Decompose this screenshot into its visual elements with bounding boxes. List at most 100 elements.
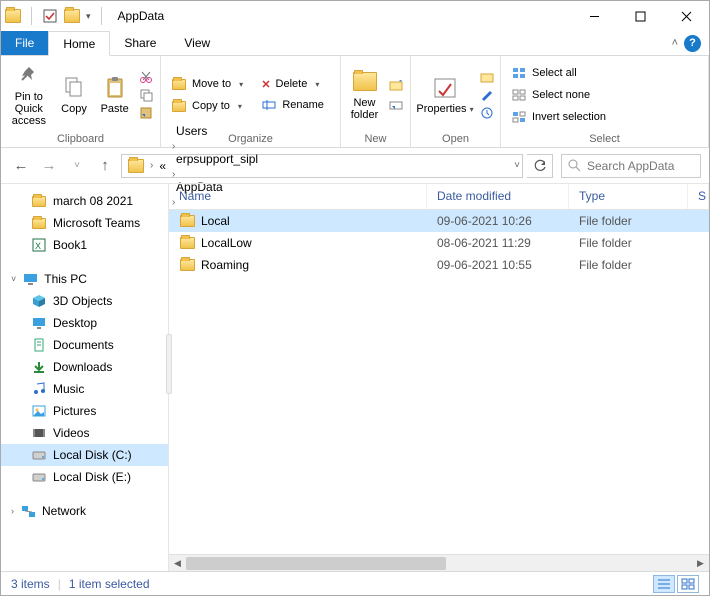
icons-view-button[interactable] (677, 575, 699, 593)
ribbon-collapse-icon[interactable]: ˄ (672, 37, 678, 49)
scroll-left-button[interactable]: ◀ (169, 555, 186, 572)
sidebar-item[interactable]: march 08 2021 (1, 190, 168, 212)
qat-checkbox[interactable] (42, 9, 58, 23)
sidebar-item[interactable]: Downloads (1, 356, 168, 378)
desktop-icon (31, 315, 47, 331)
tab-file[interactable]: File (1, 31, 48, 55)
chevron-icon[interactable]: ˅ (11, 274, 16, 284)
column-size[interactable]: S (688, 184, 709, 209)
tab-home[interactable]: Home (48, 31, 110, 56)
sidebar-item[interactable]: Local Disk (C:) (1, 444, 168, 466)
select-all-icon (511, 65, 527, 81)
properties-button[interactable]: Properties (417, 73, 473, 117)
table-row[interactable]: Local09-06-2021 10:26File folder (169, 210, 709, 232)
tab-view[interactable]: View (170, 31, 224, 55)
svg-text:X: X (35, 241, 41, 251)
copy-icon (60, 75, 88, 101)
easy-access-icon[interactable] (388, 96, 404, 112)
paste-shortcut-icon[interactable] (138, 105, 154, 121)
sidebar-item[interactable]: Videos (1, 422, 168, 444)
window-title: AppData (118, 9, 165, 23)
move-to-label: Move to (192, 78, 231, 90)
invert-selection-button[interactable]: Invert selection (507, 107, 610, 127)
sidebar-item[interactable]: Microsoft Teams (1, 212, 168, 234)
sidebar-network[interactable]: ›Network (1, 500, 168, 522)
sidebar: march 08 2021Microsoft TeamsXBook1 ˅This … (1, 184, 169, 571)
delete-button[interactable]: ✕Delete (257, 76, 334, 93)
tab-share[interactable]: Share (110, 31, 170, 55)
music-icon (31, 381, 47, 397)
pin-quick-access-button[interactable]: Pin to Quick access (7, 61, 51, 129)
paste-button[interactable]: Paste (97, 73, 132, 117)
maximize-button[interactable] (617, 1, 663, 31)
folder-icon (179, 257, 195, 273)
ribbon: Pin to Quick access Copy Paste (1, 56, 709, 148)
chevron-icon[interactable]: › (11, 506, 14, 516)
edit-icon[interactable] (479, 87, 495, 103)
move-to-button[interactable]: Move to (167, 74, 251, 94)
close-button[interactable] (663, 1, 709, 31)
sidebar-item[interactable]: Pictures (1, 400, 168, 422)
scroll-thumb[interactable] (186, 557, 446, 570)
copy-to-button[interactable]: Copy to (167, 96, 251, 116)
chevron-right-icon[interactable]: › (172, 169, 175, 180)
history-icon[interactable] (479, 105, 495, 121)
new-item-icon[interactable]: * (388, 78, 404, 94)
search-input[interactable]: Search AppData (561, 154, 701, 178)
table-row[interactable]: LocalLow08-06-2021 11:29File folder (169, 232, 709, 254)
sidebar-item[interactable]: 3D Objects (1, 290, 168, 312)
copy-path-icon[interactable] (138, 87, 154, 103)
breadcrumb-prefix[interactable]: « (155, 159, 170, 173)
copy-button[interactable]: Copy (57, 73, 92, 117)
table-row[interactable]: Roaming09-06-2021 10:55File folder (169, 254, 709, 276)
new-folder-button[interactable]: New folder (347, 67, 382, 123)
recent-locations-button[interactable]: ˅ (65, 154, 89, 178)
sidebar-this-pc[interactable]: ˅This PC (1, 268, 168, 290)
sidebar-item[interactable]: Documents (1, 334, 168, 356)
breadcrumb[interactable]: › « Users›erpsupport_sipl›AppData› ˅ (121, 154, 523, 178)
cut-icon[interactable] (138, 69, 154, 85)
minimize-button[interactable] (571, 1, 617, 31)
copy-to-label: Copy to (192, 100, 230, 112)
forward-button[interactable]: → (37, 154, 61, 178)
select-none-button[interactable]: Select none (507, 85, 610, 105)
chevron-right-icon[interactable]: › (172, 141, 175, 152)
status-item-count: 3 items (11, 577, 50, 591)
breadcrumb-item[interactable]: erpsupport_sipl (172, 152, 262, 166)
breadcrumb-item[interactable]: Users (172, 124, 262, 138)
sidebar-item[interactable]: XBook1 (1, 234, 168, 256)
tab-file-label: File (15, 36, 34, 50)
breadcrumb-dropdown[interactable]: ˅ (514, 160, 520, 171)
back-button[interactable]: ← (9, 154, 33, 178)
splitter-handle[interactable] (166, 334, 172, 394)
scroll-right-button[interactable]: ▶ (692, 555, 709, 572)
svg-text:*: * (399, 80, 402, 87)
details-view-button[interactable] (653, 575, 675, 593)
help-button[interactable]: ? (684, 35, 701, 52)
column-name[interactable]: Name (169, 184, 427, 209)
copy-to-icon (171, 98, 187, 114)
column-date[interactable]: Date modified (427, 184, 569, 209)
row-type: File folder (569, 214, 709, 228)
vid-icon (31, 425, 47, 441)
excel-icon: X (31, 237, 47, 253)
chevron-right-icon[interactable]: › (150, 160, 153, 171)
rename-label: Rename (282, 99, 324, 111)
sidebar-item[interactable]: Local Disk (E:) (1, 466, 168, 488)
up-button[interactable]: ↑ (93, 154, 117, 178)
open-icon[interactable] (479, 69, 495, 85)
refresh-button[interactable] (527, 154, 553, 178)
select-all-button[interactable]: Select all (507, 63, 610, 83)
sidebar-item[interactable]: Music (1, 378, 168, 400)
paste-label: Paste (101, 103, 129, 115)
folder-icon (179, 235, 195, 251)
qat-overflow[interactable]: ▾ (86, 11, 91, 22)
rename-button[interactable]: Rename (257, 95, 334, 115)
tab-share-label: Share (124, 36, 156, 50)
sidebar-item[interactable]: Desktop (1, 312, 168, 334)
column-type[interactable]: Type (569, 184, 688, 209)
row-type: File folder (569, 236, 709, 250)
horizontal-scrollbar[interactable]: ◀ ▶ (169, 554, 709, 571)
group-new-label: New (347, 131, 404, 146)
qat-folder-icon (5, 9, 21, 23)
